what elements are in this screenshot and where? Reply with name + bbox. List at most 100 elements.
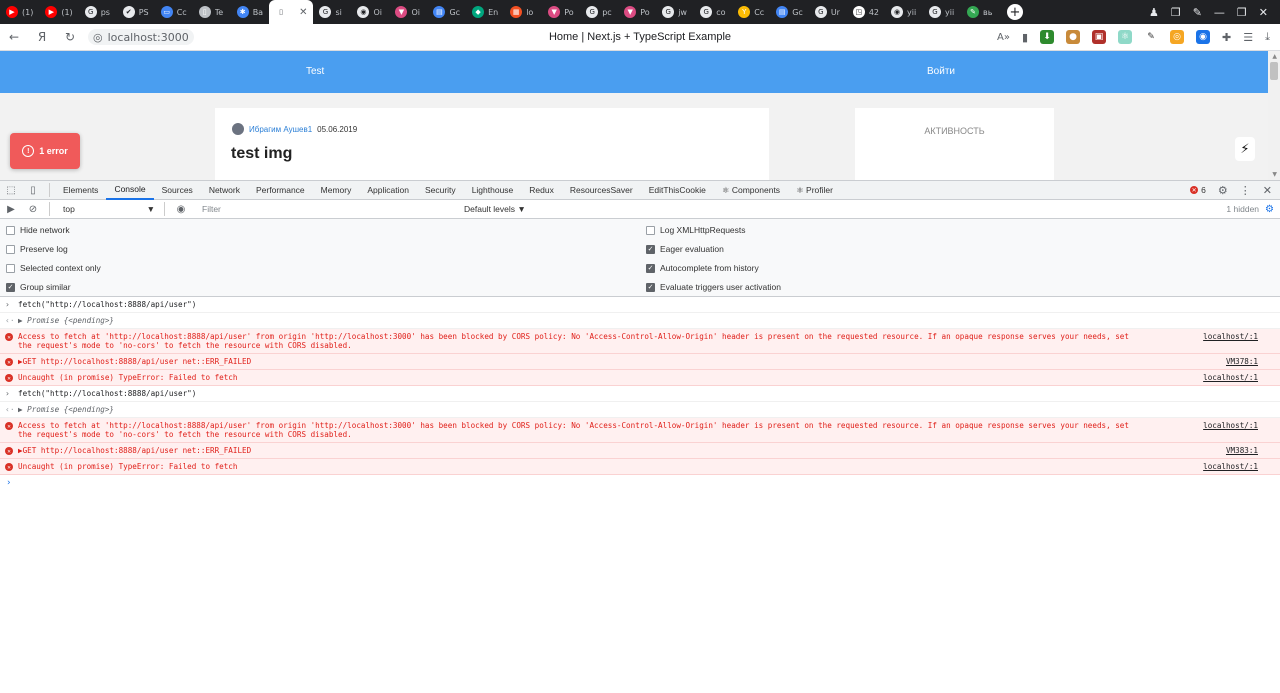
browser-tab[interactable]: Gjw	[656, 0, 694, 24]
gear-icon[interactable]: ⚙	[1218, 184, 1228, 197]
sidebar-toggle-icon[interactable]: ▶	[0, 204, 22, 215]
console-message[interactable]: ✕ ▶GET http://localhost:8888/api/user net…	[0, 354, 1280, 370]
browser-tab[interactable]: ▶ (1)	[39, 0, 78, 24]
checkbox[interactable]	[6, 225, 15, 235]
profile-icon[interactable]: ♟	[1149, 6, 1159, 19]
devtools-tab[interactable]: Memory	[313, 180, 360, 200]
browser-tab[interactable]: ◆ En	[466, 0, 504, 24]
more-menu-icon[interactable]: ⋮	[1240, 184, 1251, 197]
window-switch-icon[interactable]: ❐	[1171, 6, 1181, 19]
browser-tab[interactable]: ✱ Ba	[231, 0, 269, 24]
devtools-tab[interactable]: ResourcesSaver	[562, 180, 641, 200]
post-title[interactable]: test img	[231, 145, 292, 163]
checkbox[interactable]	[6, 244, 15, 254]
console-message[interactable]: ✕ Uncaught (in promise) TypeError: Failed…	[0, 459, 1280, 475]
console-message[interactable]: ✕ Access to fetch at 'http://localhost:88…	[0, 329, 1280, 354]
error-counter[interactable]: ✕ 6	[1190, 185, 1206, 195]
devtools-tab[interactable]: ⚛ Profiler	[788, 180, 841, 200]
setting-checkbox-row[interactable]: Preserve log	[6, 244, 68, 254]
login-link[interactable]: Войти	[927, 66, 955, 77]
checkbox[interactable]: ✓	[646, 263, 655, 273]
translate-button[interactable]: Я	[28, 30, 56, 44]
browser-tab[interactable]: ◳ 42	[847, 0, 885, 24]
source-link[interactable]: VM378:1	[1226, 357, 1258, 366]
devtools-tab[interactable]: Network	[201, 180, 248, 200]
close-tab-icon[interactable]: ✕	[299, 7, 307, 18]
browser-tab[interactable]: ◉ Oi	[351, 0, 389, 24]
source-link[interactable]: VM383:1	[1226, 446, 1258, 455]
devtools-tab[interactable]: Redux	[521, 180, 562, 200]
browser-tab[interactable]: ▼ Oi	[389, 0, 427, 24]
devtools-tab[interactable]: Application	[359, 180, 417, 200]
browser-tab[interactable]: Gyii	[923, 0, 961, 24]
avatar[interactable]	[232, 123, 244, 135]
reload-button[interactable]: ↻	[56, 30, 84, 44]
browser-tab[interactable]: Gpc	[580, 0, 618, 24]
browser-tab[interactable]: G Ur	[809, 0, 847, 24]
source-link[interactable]: localhost/:1	[1203, 332, 1258, 341]
checkbox[interactable]: ✓	[646, 282, 655, 292]
close-window-button[interactable]: ✕	[1259, 6, 1268, 19]
console-message[interactable]: › fetch("http://localhost:8888/api/user")	[0, 386, 1280, 402]
setting-checkbox-row[interactable]: ✓ Eager evaluation	[646, 244, 724, 254]
setting-checkbox-row[interactable]: Log XMLHttpRequests	[646, 225, 746, 235]
post-card[interactable]: Ибрагим Аушев1 05.06.2019 test img	[215, 108, 769, 180]
browser-tab[interactable]: ▦ lo	[504, 0, 542, 24]
nav-link-test[interactable]: Test	[306, 66, 324, 77]
browser-tab[interactable]: ▼ Po	[542, 0, 580, 24]
reading-list-icon[interactable]: ☰	[1243, 31, 1253, 44]
download-extension-icon[interactable]: ⬇	[1040, 30, 1055, 44]
extensions-puzzle-icon[interactable]: ✚	[1222, 31, 1231, 44]
orange-extension-icon[interactable]: ◎	[1170, 30, 1185, 44]
setting-checkbox-row[interactable]: ✓ Group similar	[6, 282, 71, 292]
inspect-element-icon[interactable]: ⬚	[0, 185, 22, 196]
browser-tab[interactable]: ▼ Po	[618, 0, 656, 24]
browser-tab[interactable]: ▯ Te	[193, 0, 231, 24]
devtools-tab[interactable]: Performance	[248, 180, 313, 200]
console-message[interactable]: ‹· ▶ Promise {<pending>}	[0, 402, 1280, 418]
clear-console-icon[interactable]: ⊘	[22, 204, 44, 215]
error-overlay-button[interactable]: ! 1 error	[10, 133, 80, 169]
device-toolbar-icon[interactable]: ▯	[22, 185, 44, 196]
devtools-tab[interactable]: Lighthouse	[464, 180, 522, 200]
site-info-icon[interactable]: ◎	[93, 31, 103, 44]
scrollbar-thumb[interactable]	[1270, 62, 1278, 80]
notification-icon[interactable]: ✎	[1193, 6, 1202, 19]
checkbox[interactable]: ✓	[6, 282, 15, 292]
close-devtools-icon[interactable]: ✕	[1263, 184, 1272, 197]
read-aloud-icon[interactable]: A»	[997, 32, 1010, 43]
setting-checkbox-row[interactable]: Hide network	[6, 225, 70, 235]
context-select[interactable]: top ▼	[59, 204, 159, 214]
console-message[interactable]: ✕ ▶GET http://localhost:8888/api/user net…	[0, 443, 1280, 459]
source-link[interactable]: localhost/:1	[1203, 421, 1258, 430]
browser-tab[interactable]: Y Cc	[732, 0, 770, 24]
setting-checkbox-row[interactable]: ✓ Autocomplete from history	[646, 263, 759, 273]
downloads-icon[interactable]: ⤓	[1265, 30, 1270, 44]
browser-tab[interactable]: ▤ Gc	[770, 0, 809, 24]
devtools-tab[interactable]: Elements	[55, 180, 106, 200]
checkbox[interactable]	[6, 263, 15, 273]
back-button[interactable]: ←	[0, 30, 28, 44]
devtools-tab[interactable]: Sources	[154, 180, 201, 200]
blue-extension-icon[interactable]: ◉	[1196, 30, 1211, 44]
scroll-down-icon[interactable]: ▼	[1272, 171, 1277, 178]
browser-tab[interactable]: Gsi	[313, 0, 351, 24]
redux-extension-icon[interactable]: ▣	[1092, 30, 1107, 44]
cookie-extension-icon[interactable]: ●	[1066, 30, 1081, 44]
page-scrollbar[interactable]: ▲ ▼	[1268, 51, 1280, 180]
devtools-tab[interactable]: EditThisCookie	[641, 180, 714, 200]
console-message[interactable]: ✕ Access to fetch at 'http://localhost:88…	[0, 418, 1280, 443]
checkbox[interactable]	[646, 225, 655, 235]
lightning-icon[interactable]: ⚡	[1235, 137, 1255, 161]
browser-tab[interactable]: ◉ yii	[885, 0, 923, 24]
browser-tab[interactable]: Gps	[79, 0, 117, 24]
console-prompt[interactable]: ›	[0, 475, 1280, 490]
devtools-tab[interactable]: ⚛ Components	[714, 180, 788, 200]
console-message[interactable]: › fetch("http://localhost:8888/api/user")	[0, 297, 1280, 313]
browser-tab[interactable]: ▭ Cc	[155, 0, 193, 24]
browser-tab[interactable]: ▯ ✕	[269, 0, 314, 24]
browser-tab[interactable]: Gco	[694, 0, 732, 24]
console-message[interactable]: ‹· ▶ Promise {<pending>}	[0, 313, 1280, 329]
eye-icon[interactable]: ◉	[170, 204, 192, 215]
minimize-button[interactable]: —	[1214, 6, 1225, 19]
